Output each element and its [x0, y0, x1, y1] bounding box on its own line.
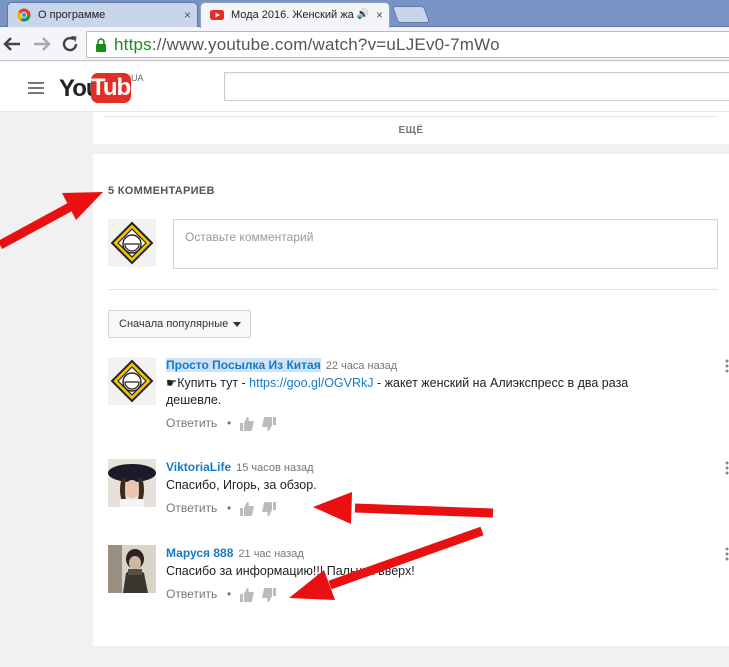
reply-button[interactable]: Ответить [166, 587, 217, 601]
browser-tab-strip: О программе × Мода 2016. Женский жа 🔊 × [0, 0, 729, 28]
comment-author[interactable]: Маруся 888 [166, 546, 233, 560]
smiley-avatar-icon [108, 357, 156, 405]
comment-actions: Ответить • [166, 587, 686, 603]
comment-body: Маруся 888 21 час назад Спасибо за информ… [166, 545, 686, 603]
thumbs-down-icon[interactable] [262, 588, 276, 602]
reply-button[interactable]: Ответить [166, 416, 217, 430]
more-options-icon[interactable] [721, 546, 729, 562]
region-label: UA [131, 73, 144, 83]
comment-time[interactable]: 22 часа назад [326, 360, 397, 372]
comment-time[interactable]: 15 часов назад [236, 462, 313, 474]
description-card: ЕЩЁ [93, 112, 729, 144]
sort-dropdown[interactable]: Сначала популярные [108, 310, 251, 338]
more-options-icon[interactable] [721, 460, 729, 476]
red-arrow-icon [0, 192, 103, 249]
thumbs-up-icon[interactable] [240, 502, 254, 516]
user-photo-avatar-icon [108, 545, 156, 593]
comment-text: Спасибо, Игорь, за обзор. [166, 478, 317, 492]
smiley-avatar-icon [108, 219, 156, 267]
thumbs-up-icon[interactable] [240, 417, 254, 431]
divider [108, 289, 718, 290]
avatar [108, 219, 156, 267]
avatar[interactable] [108, 459, 156, 507]
url-path: ://www.youtube.com/watch?v=uLJEv0-7mWo [151, 35, 500, 54]
tab-close-icon[interactable]: × [376, 3, 383, 27]
comment-author[interactable]: Просто Посылка Из Китая [166, 358, 321, 372]
separator-dot: • [227, 501, 232, 515]
comment-author[interactable]: ViktoriaLife [166, 460, 231, 474]
thumbs-up-icon[interactable] [240, 588, 254, 602]
show-more-button[interactable]: ЕЩЁ [93, 125, 729, 136]
search-input[interactable] [224, 72, 729, 101]
comment-body: ViktoriaLife 15 часов назад Спасибо, Игор… [166, 459, 686, 517]
thumbs-down-icon[interactable] [262, 417, 276, 431]
comment-text: Спасибо за информацию!!! Пальчик вверх! [166, 564, 415, 578]
new-tab-button[interactable] [391, 6, 431, 23]
audio-playing-icon: 🔊 [356, 9, 369, 20]
comment-actions: Ответить • [166, 501, 686, 517]
tab-video[interactable]: Мода 2016. Женский жа 🔊 × [200, 2, 390, 28]
browser-toolbar: https://www.youtube.com/watch?v=uLJEv0-7… [0, 28, 729, 61]
sort-label: Сначала популярные [119, 318, 229, 330]
comment-input[interactable]: Оставьте комментарий [173, 219, 718, 269]
avatar[interactable] [108, 545, 156, 593]
comment-text: ☛Купить тут - https://goo.gl/OGVRkJ - жа… [166, 375, 686, 409]
forward-arrow-icon[interactable] [30, 32, 54, 56]
chevron-down-icon [233, 322, 241, 327]
user-photo-avatar-icon [108, 459, 156, 507]
comment-body: Просто Посылка Из Китая 22 часа назад ☛Ку… [166, 357, 686, 432]
url-scheme: https [114, 35, 152, 54]
reload-icon[interactable] [58, 32, 82, 56]
comment-count: 5 КОММЕНТАРИЕВ [108, 185, 215, 197]
youtube-header: You Tube UA [0, 62, 729, 112]
separator-dot: • [227, 587, 232, 601]
thumbs-down-icon[interactable] [262, 502, 276, 516]
tab-about[interactable]: О программе × [7, 2, 198, 27]
reply-button[interactable]: Ответить [166, 501, 217, 515]
divider [105, 116, 717, 117]
tab-title: О программе [38, 9, 106, 21]
avatar[interactable] [108, 357, 156, 405]
comment-actions: Ответить • [166, 416, 686, 432]
separator-dot: • [227, 416, 232, 430]
lock-icon [96, 38, 106, 52]
address-bar[interactable]: https://www.youtube.com/watch?v=uLJEv0-7… [86, 31, 729, 58]
comment-placeholder: Оставьте комментарий [185, 230, 314, 244]
url-text: https://www.youtube.com/watch?v=uLJEv0-7… [114, 35, 500, 55]
comment-link[interactable]: https://goo.gl/OGVRkJ [249, 376, 373, 390]
logo-tube: Tube [91, 73, 144, 103]
comment-time[interactable]: 21 час назад [238, 548, 303, 560]
tab-close-icon[interactable]: × [184, 3, 191, 27]
hamburger-menu-icon[interactable] [28, 82, 44, 94]
more-options-icon[interactable] [721, 358, 729, 374]
comment-text-prefix: ☛Купить тут - [166, 376, 250, 390]
back-arrow-icon[interactable] [0, 32, 24, 56]
comments-section: 5 КОММЕНТАРИЕВ Оставьте комментарий Снач… [93, 154, 729, 646]
chrome-icon [17, 8, 31, 22]
youtube-favicon-icon [210, 10, 224, 20]
